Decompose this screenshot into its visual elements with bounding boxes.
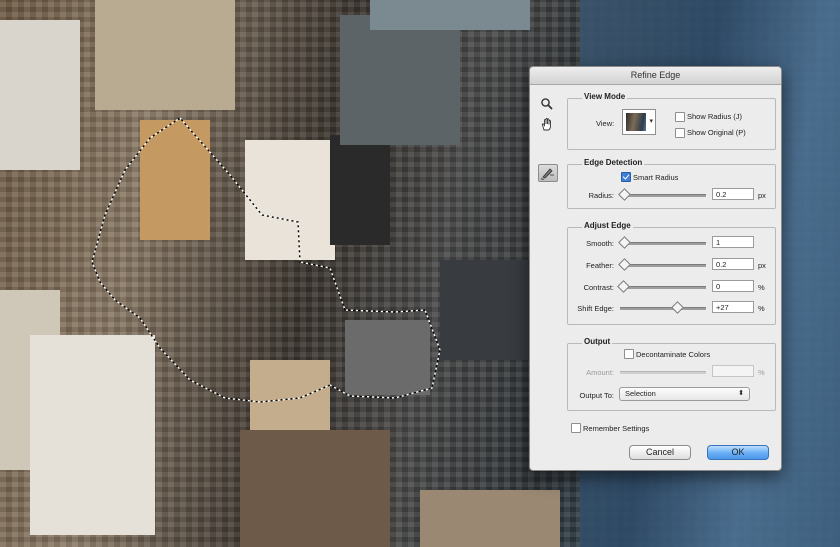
hand-icon[interactable] bbox=[540, 117, 556, 133]
ok-button[interactable]: OK bbox=[707, 445, 769, 460]
contrast-label: Contrast: bbox=[583, 283, 614, 292]
view-mode-title: View Mode bbox=[582, 92, 628, 101]
contrast-input[interactable]: 0 bbox=[712, 280, 754, 292]
refine-radius-brush-icon[interactable] bbox=[538, 164, 558, 182]
view-label: View: bbox=[596, 119, 615, 128]
dialog-titlebar[interactable]: Refine Edge bbox=[530, 67, 781, 85]
radius-label: Radius: bbox=[588, 191, 614, 200]
zoom-icon[interactable] bbox=[540, 97, 556, 113]
feather-label: Feather: bbox=[586, 261, 614, 270]
view-mode-selector[interactable]: ▾ bbox=[622, 109, 656, 135]
radius-unit: px bbox=[758, 191, 766, 200]
edge-detection-group bbox=[567, 164, 776, 209]
output-to-select[interactable]: Selection ⬍ bbox=[619, 387, 750, 401]
smooth-label: Smooth: bbox=[586, 239, 614, 248]
smooth-slider-track[interactable] bbox=[620, 242, 706, 245]
shift-edge-label: Shift Edge: bbox=[577, 304, 614, 313]
edge-detection-title: Edge Detection bbox=[582, 158, 645, 167]
amount-input bbox=[712, 365, 754, 377]
show-original-checkbox[interactable] bbox=[675, 128, 685, 138]
remember-settings-checkbox[interactable] bbox=[571, 423, 581, 433]
feather-input[interactable]: 0.2 bbox=[712, 258, 754, 270]
view-mode-preview bbox=[626, 113, 646, 131]
radius-slider-track[interactable] bbox=[620, 194, 706, 197]
feather-slider-track[interactable] bbox=[620, 264, 706, 267]
amount-slider-track bbox=[620, 371, 706, 374]
show-original-label: Show Original (P) bbox=[687, 128, 746, 137]
shift-edge-unit: % bbox=[758, 304, 765, 313]
shift-edge-slider-track[interactable] bbox=[620, 307, 706, 310]
feather-unit: px bbox=[758, 261, 766, 270]
amount-unit: % bbox=[758, 368, 765, 377]
chevron-down-icon: ▾ bbox=[649, 118, 653, 125]
decontaminate-label: Decontaminate Colors bbox=[636, 350, 711, 359]
show-radius-label: Show Radius (J) bbox=[687, 112, 743, 121]
show-radius-checkbox[interactable] bbox=[675, 112, 685, 122]
adjust-edge-title: Adjust Edge bbox=[582, 221, 633, 230]
contrast-unit: % bbox=[758, 283, 765, 292]
output-title: Output bbox=[582, 337, 613, 346]
refine-edge-dialog: Refine Edge View Mode View: ▾ Show Radiu… bbox=[529, 66, 782, 471]
output-to-label: Output To: bbox=[579, 391, 614, 400]
smooth-input[interactable]: 1 bbox=[712, 236, 754, 248]
remember-settings-label: Remember Settings bbox=[583, 424, 650, 433]
smart-radius-checkbox[interactable] bbox=[621, 172, 631, 182]
updown-chevron-icon: ⬍ bbox=[738, 390, 744, 397]
contrast-slider-track[interactable] bbox=[620, 286, 706, 289]
shift-edge-input[interactable]: +27 bbox=[712, 301, 754, 313]
amount-label: Amount: bbox=[586, 368, 614, 377]
dialog-title: Refine Edge bbox=[630, 70, 681, 80]
radius-input[interactable]: 0.2 bbox=[712, 188, 754, 200]
output-to-value: Selection bbox=[625, 389, 656, 398]
smart-radius-label: Smart Radius bbox=[633, 173, 679, 182]
decontaminate-checkbox[interactable] bbox=[624, 349, 634, 359]
cancel-button[interactable]: Cancel bbox=[629, 445, 691, 460]
